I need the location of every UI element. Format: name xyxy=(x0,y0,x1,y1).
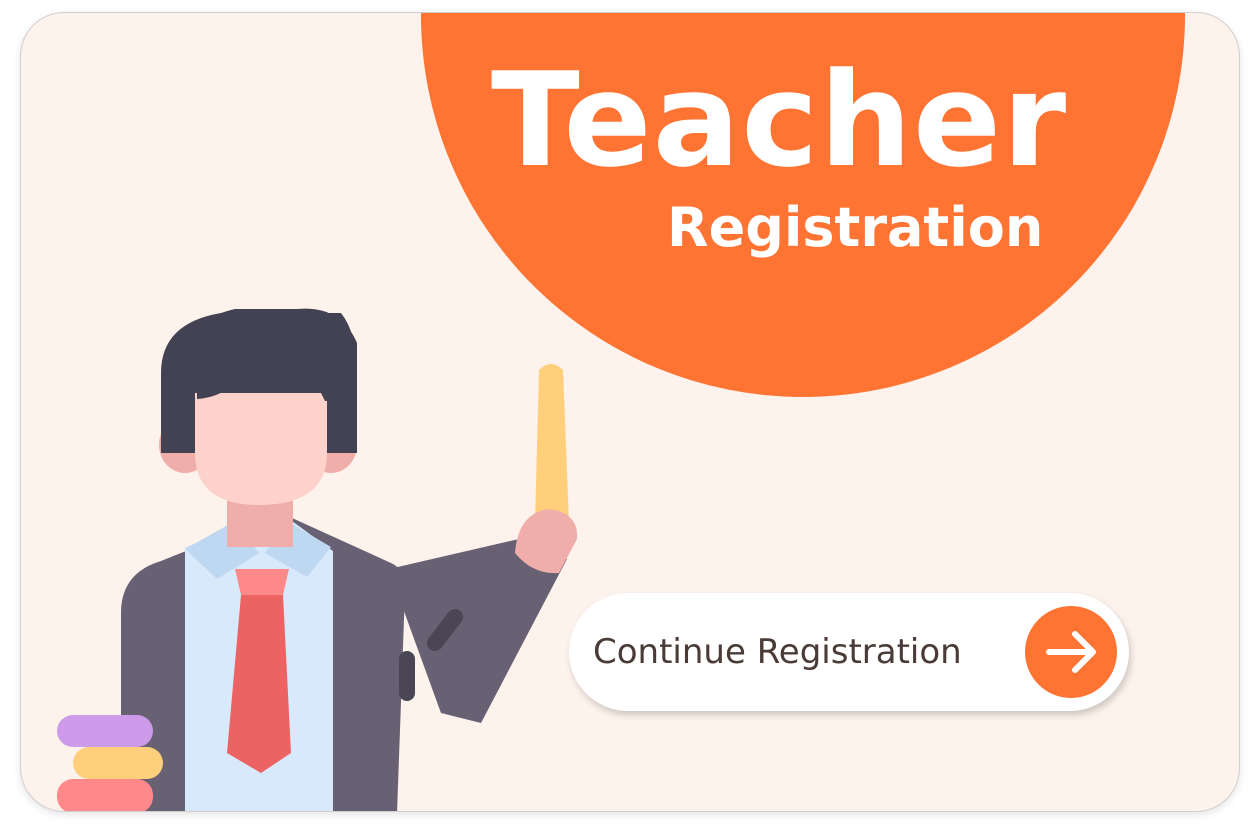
continue-registration-button[interactable]: Continue Registration xyxy=(569,593,1129,711)
registration-card: Teacher Registration Continue Registrati… xyxy=(20,12,1240,812)
tie-knot xyxy=(235,569,289,595)
hair-fringe xyxy=(197,308,357,401)
continue-registration-label: Continue Registration xyxy=(593,632,962,672)
arrow-right-icon[interactable] xyxy=(1025,606,1117,698)
book-yellow xyxy=(73,747,163,779)
arrow-glyph xyxy=(1046,631,1096,673)
face xyxy=(195,393,327,505)
book-purple xyxy=(57,715,153,747)
chalk-icon xyxy=(535,364,569,523)
book-red xyxy=(57,779,153,811)
